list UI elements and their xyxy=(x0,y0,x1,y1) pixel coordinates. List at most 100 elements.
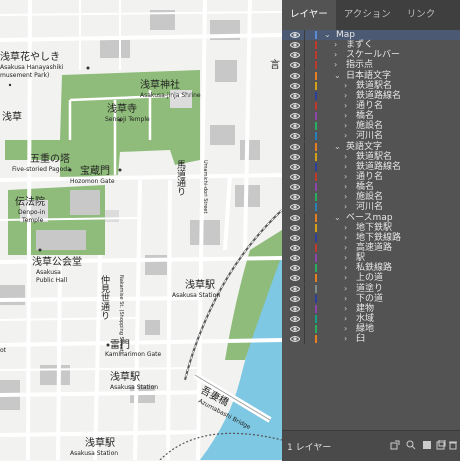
chevron-right-icon[interactable]: › xyxy=(344,172,347,182)
layer-row[interactable]: › 通り名 xyxy=(282,100,460,111)
lock-toggle[interactable] xyxy=(304,30,305,40)
visibility-eye-icon[interactable] xyxy=(289,254,301,262)
layer-row[interactable]: › 上の道 xyxy=(282,273,460,284)
new-layer-icon[interactable] xyxy=(436,440,446,450)
lock-toggle[interactable] xyxy=(304,192,305,203)
chevron-right-icon[interactable]: › xyxy=(344,243,347,253)
layer-row[interactable]: › 鉄道路線名 xyxy=(282,90,460,101)
visibility-eye-icon[interactable] xyxy=(289,163,301,171)
visibility-eye-icon[interactable] xyxy=(289,244,301,252)
layer-row[interactable]: › 水域 xyxy=(282,313,460,324)
chevron-right-icon[interactable]: › xyxy=(344,314,347,324)
visibility-eye-icon[interactable] xyxy=(289,264,301,272)
layer-row[interactable]: ⌄ 日本語文字 xyxy=(282,70,460,81)
chevron-right-icon[interactable]: › xyxy=(344,111,347,121)
layer-row[interactable]: ⌄ ベースmap xyxy=(282,212,460,223)
chevron-right-icon[interactable]: › xyxy=(344,223,347,233)
visibility-eye-icon[interactable] xyxy=(289,224,301,232)
visibility-eye-icon[interactable] xyxy=(289,51,301,59)
layer-row[interactable]: › 高速道路 xyxy=(282,242,460,253)
lock-toggle[interactable] xyxy=(304,80,305,91)
layer-row[interactable]: › 建物 xyxy=(282,303,460,314)
lock-toggle[interactable] xyxy=(304,171,305,182)
visibility-eye-icon[interactable] xyxy=(289,214,301,222)
chevron-right-icon[interactable]: › xyxy=(344,91,347,101)
visibility-eye-icon[interactable] xyxy=(289,102,301,110)
lock-toggle[interactable] xyxy=(304,293,305,304)
export-icon[interactable] xyxy=(390,440,400,450)
visibility-eye-icon[interactable] xyxy=(289,92,301,100)
lock-toggle[interactable] xyxy=(304,90,305,101)
tab-layers[interactable]: レイヤー xyxy=(282,0,336,30)
chevron-right-icon[interactable]: › xyxy=(344,121,347,131)
chevron-right-icon[interactable]: › xyxy=(344,81,347,91)
layer-row[interactable]: › 河川名 xyxy=(282,131,460,142)
visibility-eye-icon[interactable] xyxy=(289,305,301,313)
chevron-right-icon[interactable]: › xyxy=(344,334,347,344)
visibility-eye-icon[interactable] xyxy=(289,325,301,333)
lock-toggle[interactable] xyxy=(304,232,305,243)
lock-toggle[interactable] xyxy=(304,50,305,61)
chevron-down-icon[interactable]: ⌄ xyxy=(334,71,341,81)
layer-row[interactable]: › まずく xyxy=(282,40,460,51)
chevron-right-icon[interactable]: › xyxy=(344,162,347,172)
lock-toggle[interactable] xyxy=(304,242,305,253)
tab-links[interactable]: リンク xyxy=(399,0,444,30)
chevron-right-icon[interactable]: › xyxy=(344,202,347,212)
layer-row[interactable]: › 下の道 xyxy=(282,293,460,304)
chevron-right-icon[interactable]: › xyxy=(344,182,347,192)
chevron-right-icon[interactable]: › xyxy=(344,324,347,334)
visibility-eye-icon[interactable] xyxy=(289,285,301,293)
visibility-eye-icon[interactable] xyxy=(289,143,301,151)
visibility-eye-icon[interactable] xyxy=(289,41,301,49)
lock-toggle[interactable] xyxy=(304,151,305,162)
chevron-down-icon[interactable]: ⌄ xyxy=(324,30,331,40)
chevron-right-icon[interactable]: › xyxy=(344,294,347,304)
tab-actions[interactable]: アクション xyxy=(336,0,399,30)
lock-toggle[interactable] xyxy=(304,70,305,81)
visibility-eye-icon[interactable] xyxy=(289,132,301,140)
chevron-right-icon[interactable]: › xyxy=(344,233,347,243)
search-icon[interactable] xyxy=(406,440,416,450)
layer-row[interactable]: ⌄ Map xyxy=(282,30,460,41)
visibility-eye-icon[interactable] xyxy=(289,274,301,282)
chevron-right-icon[interactable]: › xyxy=(344,273,347,283)
chevron-right-icon[interactable]: › xyxy=(344,263,347,273)
layer-row[interactable]: › 地下鉄駅 xyxy=(282,222,460,233)
visibility-eye-icon[interactable] xyxy=(289,335,301,343)
chevron-down-icon[interactable]: ⌄ xyxy=(334,142,341,152)
chevron-right-icon[interactable]: › xyxy=(344,192,347,202)
chevron-right-icon[interactable]: › xyxy=(334,40,337,50)
chevron-right-icon[interactable]: › xyxy=(344,284,347,294)
visibility-eye-icon[interactable] xyxy=(289,82,301,90)
visibility-eye-icon[interactable] xyxy=(289,193,301,201)
chevron-right-icon[interactable]: › xyxy=(344,152,347,162)
layer-row[interactable]: › 橋名 xyxy=(282,182,460,193)
chevron-right-icon[interactable]: › xyxy=(344,253,347,263)
chevron-right-icon[interactable]: › xyxy=(344,304,347,314)
layer-row[interactable]: › 橋名 xyxy=(282,111,460,122)
visibility-eye-icon[interactable] xyxy=(289,183,301,191)
layer-row[interactable]: › 鉄道駅名 xyxy=(282,151,460,162)
layer-row[interactable]: › 地下鉄線路 xyxy=(282,232,460,243)
lock-toggle[interactable] xyxy=(304,263,305,274)
layer-row[interactable]: › 私鉄線路 xyxy=(282,263,460,274)
layer-row[interactable]: › 河川名 xyxy=(282,202,460,213)
chevron-down-icon[interactable]: ⌄ xyxy=(334,213,341,223)
layer-row[interactable]: › 施設名 xyxy=(282,192,460,203)
lock-toggle[interactable] xyxy=(304,182,305,193)
chevron-right-icon[interactable]: › xyxy=(344,131,347,141)
visibility-eye-icon[interactable] xyxy=(289,61,301,69)
lock-toggle[interactable] xyxy=(304,334,305,345)
layer-row[interactable]: › 鉄道路線名 xyxy=(282,161,460,172)
layer-row[interactable]: › 通り名 xyxy=(282,171,460,182)
lock-toggle[interactable] xyxy=(304,324,305,335)
lock-toggle[interactable] xyxy=(304,313,305,324)
lock-toggle[interactable] xyxy=(304,253,305,264)
layer-row[interactable]: › 鉄道駅名 xyxy=(282,80,460,91)
lock-toggle[interactable] xyxy=(304,283,305,294)
layer-row[interactable]: › スケールバー xyxy=(282,50,460,61)
trash-icon[interactable] xyxy=(448,440,458,450)
layer-row[interactable]: › 道塗り xyxy=(282,283,460,294)
visibility-eye-icon[interactable] xyxy=(289,295,301,303)
